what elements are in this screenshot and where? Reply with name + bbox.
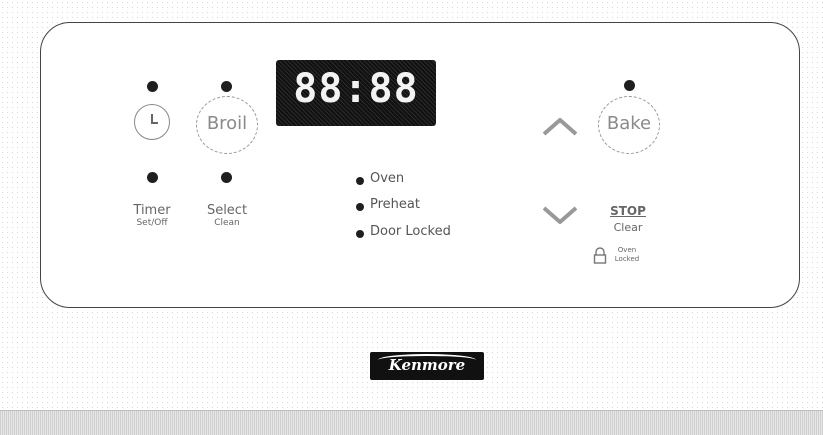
indicator-dot-preheat (356, 203, 364, 211)
select-label[interactable]: Select (196, 203, 258, 218)
indicator-dot-door-locked (356, 230, 364, 238)
indicator-preheat: Preheat (370, 197, 420, 212)
brand-name: Kenmore (388, 356, 466, 374)
select-indicator-dot (221, 172, 232, 183)
stop-sub-label: Clear (613, 221, 643, 234)
timer-status-dot (147, 172, 158, 183)
timer-label: Timer (133, 203, 171, 218)
timer-button[interactable] (134, 104, 170, 140)
lock-icon (593, 247, 607, 264)
timer-sub-label: Set/Off (136, 218, 168, 228)
indicator-door-locked: Door Locked (370, 224, 451, 239)
select-sub-label: Clean (214, 218, 240, 228)
display-time: 88:88 (293, 66, 419, 112)
broil-indicator-dot (221, 81, 232, 92)
down-arrow-icon[interactable] (540, 204, 580, 228)
indicator-oven: Oven (370, 171, 405, 186)
timer-indicator-dot (147, 81, 158, 92)
bake-label: Bake (606, 113, 652, 134)
bottom-trim-strip (0, 410, 823, 435)
indicator-dot-oven (356, 177, 364, 185)
stop-button[interactable]: STOP (600, 204, 656, 218)
bake-indicator-dot (624, 80, 635, 91)
brand-logo: Kenmore (370, 352, 484, 380)
broil-label: Broil (206, 113, 248, 134)
up-arrow-icon[interactable] (540, 114, 580, 138)
oven-locked-bottom-label: Locked (614, 255, 640, 263)
oven-locked-top-label: Oven (617, 246, 637, 254)
digital-display: 88:88 (276, 60, 436, 126)
